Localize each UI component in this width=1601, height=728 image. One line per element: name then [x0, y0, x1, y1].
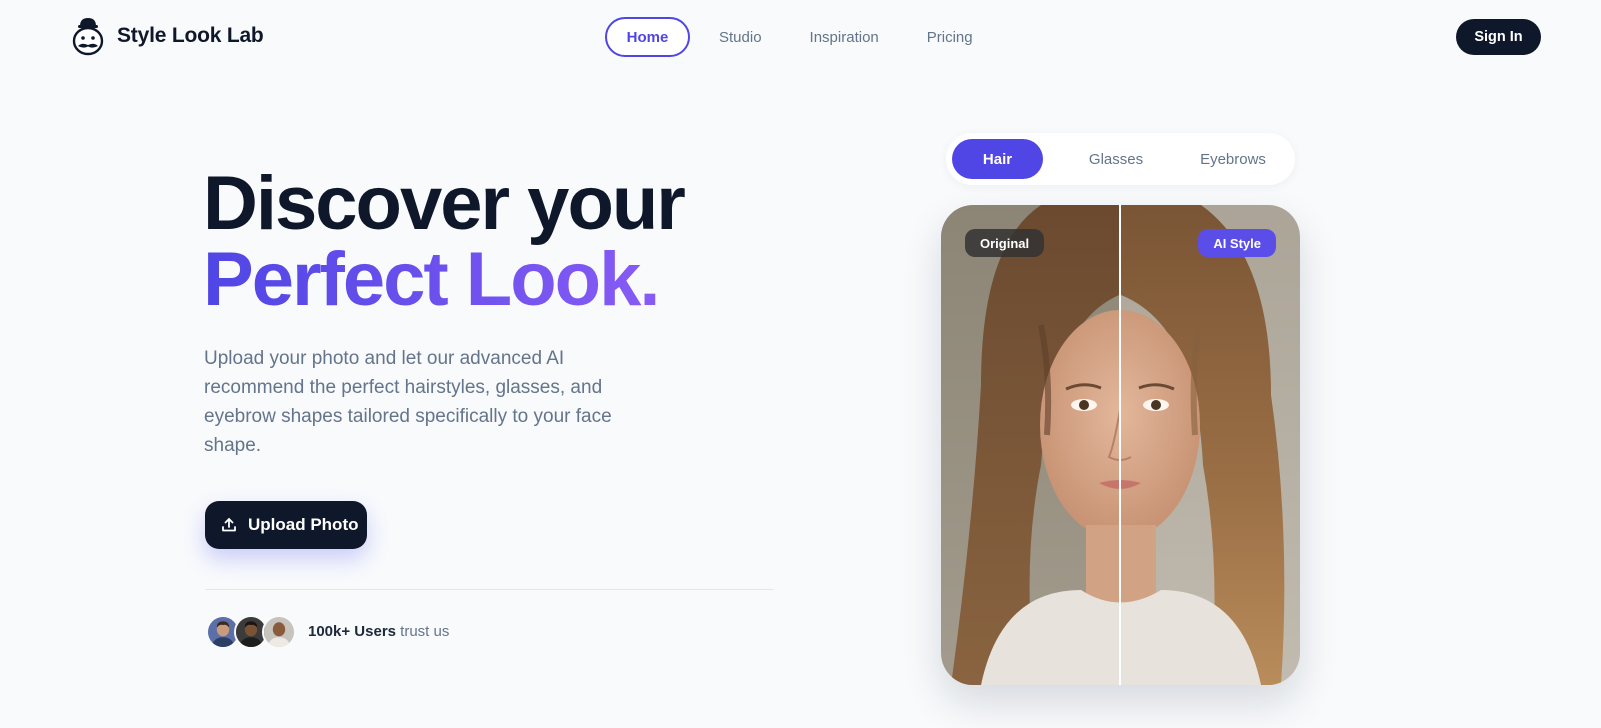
avatar [262, 615, 296, 649]
nav-inspiration[interactable]: Inspiration [810, 17, 879, 57]
divider [205, 589, 774, 590]
hero-description: Upload your photo and let our advanced A… [204, 348, 612, 456]
ai-style-badge: AI Style [1198, 229, 1276, 257]
comparison-slider-handle[interactable] [1119, 205, 1121, 685]
hero-title: Discover your Perfect Look. [203, 161, 686, 318]
upload-icon [222, 518, 236, 532]
trust-text: 100k+ Users trust us [308, 623, 449, 640]
sign-in-button[interactable]: Sign In [1456, 19, 1541, 55]
trust-count: 100k+ Users [308, 623, 396, 640]
original-badge: Original [965, 229, 1045, 257]
before-after-comparison[interactable]: Original AI Style [941, 205, 1300, 685]
nav-pricing[interactable]: Pricing [927, 17, 973, 57]
trust-suffix: trust us [400, 623, 450, 640]
tab-glasses[interactable]: Glasses [1061, 139, 1171, 179]
nav-home[interactable]: Home [605, 17, 690, 57]
upload-photo-button[interactable]: Upload Photo [205, 501, 367, 549]
style-tabs: Hair Glasses Eyebrows [946, 133, 1295, 185]
main-nav: Home Studio Inspiration Pricing [605, 17, 973, 57]
nav-studio[interactable]: Studio [719, 17, 762, 57]
tab-hair[interactable]: Hair [952, 139, 1043, 179]
brand-logo[interactable]: Style Look Lab [71, 16, 264, 56]
upload-photo-label: Upload Photo [248, 515, 359, 534]
brand-name: Style Look Lab [117, 24, 264, 47]
hero-title-line2: Perfect Look. [203, 242, 684, 318]
user-avatars [206, 615, 296, 649]
tab-eyebrows[interactable]: Eyebrows [1178, 139, 1288, 179]
mustache-face-icon [72, 18, 104, 56]
landing-page: Style Look Lab Home Studio Inspiration P… [0, 0, 1601, 728]
hero-title-line1: Discover your [203, 161, 686, 246]
